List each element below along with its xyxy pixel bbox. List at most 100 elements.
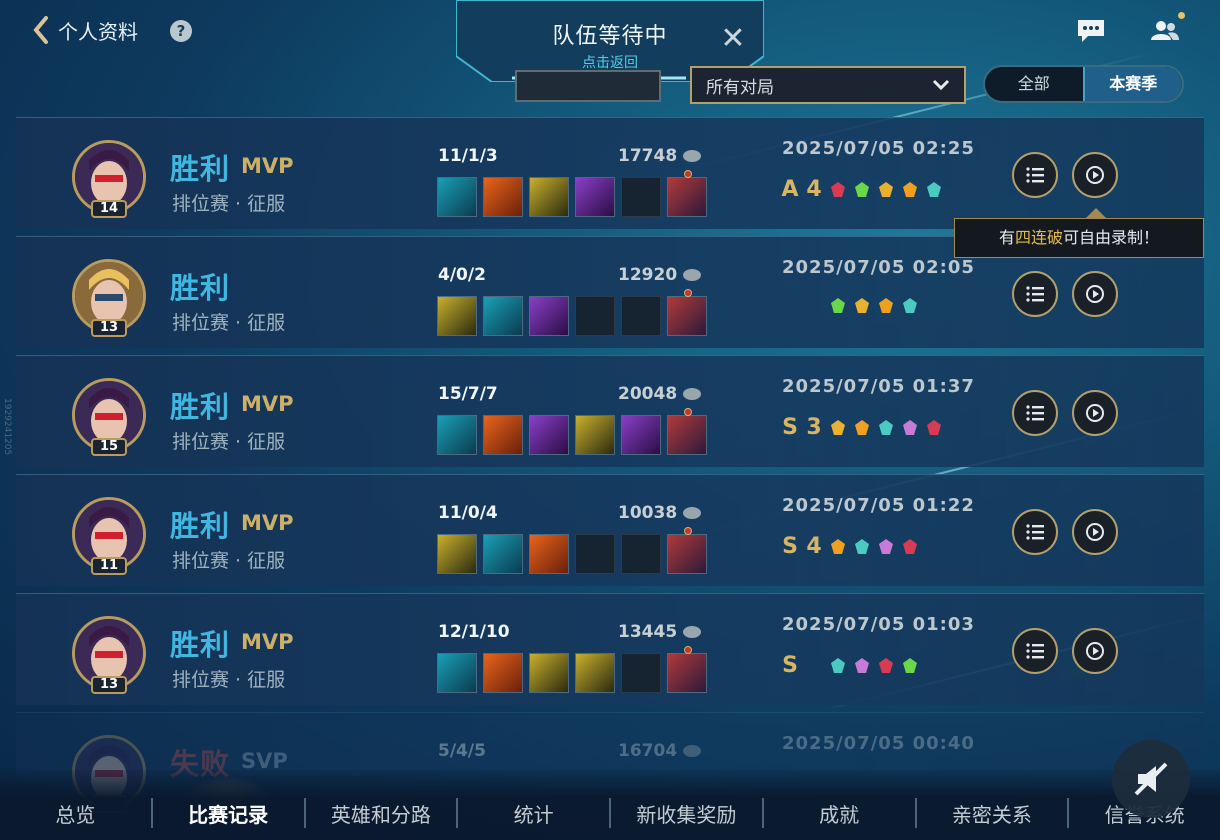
season-toggle[interactable]: 全部 本赛季 <box>983 65 1184 103</box>
badge-list: S4 <box>780 534 920 559</box>
equipment-icon[interactable] <box>667 527 707 574</box>
equipment-icon[interactable] <box>529 534 569 574</box>
achievement-badge-icon <box>879 538 893 554</box>
equipment-icon[interactable] <box>575 177 615 217</box>
hero-level: 13 <box>91 676 127 694</box>
equipment-icon[interactable] <box>667 289 707 336</box>
gold-amount: 13445 <box>618 622 702 642</box>
chat-icon[interactable] <box>1076 18 1106 44</box>
match-row[interactable]: 11 胜利 MVP 排位赛 · 征服 11/0/4 10038 2025/07/05 01:… <box>16 474 1204 586</box>
equipment-icon[interactable] <box>437 534 477 574</box>
coin-icon <box>683 507 702 519</box>
equipment-list <box>437 527 707 574</box>
nav-tab[interactable]: 统计 <box>458 799 609 828</box>
empty-item-slot <box>575 534 615 574</box>
nav-tab[interactable]: 英雄和分路 <box>306 799 457 828</box>
equipment-icon[interactable] <box>575 653 615 693</box>
gold-value: 20048 <box>618 384 678 404</box>
equipment-icon[interactable] <box>437 415 477 455</box>
replay-button[interactable] <box>1072 628 1118 674</box>
mvp-badge: MVP <box>241 392 294 416</box>
equipment-icon[interactable] <box>529 296 569 336</box>
achievement-badge-icon <box>855 298 869 313</box>
hero-level: 15 <box>91 438 127 456</box>
equipment-icon[interactable] <box>575 415 615 455</box>
match-row[interactable]: 13 胜利 MVP 排位赛 · 征服 12/1/10 13445 2025/07/05 01… <box>16 593 1204 705</box>
nav-tab[interactable]: 总览 <box>0 799 151 828</box>
badge-list: A4 <box>780 177 944 202</box>
replay-button[interactable] <box>1072 509 1118 555</box>
nav-tab[interactable]: 亲密关系 <box>917 799 1068 828</box>
mvp-badge: MVP <box>241 511 294 535</box>
match-result: 胜利 <box>170 628 231 662</box>
match-row[interactable]: 失败 SVP 5/4/5 16704 2025/07/05 00:40 <box>16 712 1204 813</box>
equipment-icon[interactable] <box>529 415 569 455</box>
header: 个人资料 ? 队伍等待中 点击返回 ✕ 所有对局 全部 本赛季 <box>0 0 1220 110</box>
match-detail-button[interactable] <box>1012 509 1058 555</box>
replay-button[interactable] <box>1072 271 1118 317</box>
equipment-icon[interactable] <box>667 408 707 455</box>
help-icon[interactable]: ? <box>170 20 192 42</box>
achievement-badge-icon <box>903 538 917 554</box>
match-list: 14 胜利 MVP 排位赛 · 征服 11/1/3 17748 2025/07/05 02:… <box>16 117 1204 813</box>
gold-amount: 10038 <box>618 503 702 523</box>
mvp-badge: MVP <box>241 154 294 178</box>
equipment-icon[interactable] <box>437 296 477 336</box>
floating-action-button[interactable] <box>1112 740 1190 818</box>
back-button[interactable]: 个人资料 <box>32 14 138 46</box>
achievement-badge-icon <box>855 538 869 554</box>
match-row[interactable]: 14 胜利 MVP 排位赛 · 征服 11/1/3 17748 2025/07/05 02:… <box>16 117 1204 229</box>
gold-value: 10038 <box>618 503 678 523</box>
list-icon <box>1026 167 1044 183</box>
replay-button[interactable] <box>1072 390 1118 436</box>
equipment-icon[interactable] <box>437 653 477 693</box>
close-icon[interactable]: ✕ <box>718 24 748 54</box>
filter-button[interactable] <box>515 70 661 102</box>
badge-list: S <box>780 653 920 678</box>
toggle-all[interactable]: 全部 <box>985 67 1083 101</box>
match-result: 胜利 <box>170 509 231 543</box>
equipment-icon[interactable] <box>667 646 707 693</box>
nav-tab[interactable]: 成就 <box>764 799 915 828</box>
equipment-list <box>437 408 707 455</box>
match-detail-button[interactable] <box>1012 628 1058 674</box>
equipment-icon[interactable] <box>621 415 661 455</box>
achievement-badge-icon <box>855 657 869 673</box>
nav-tab[interactable]: 新收集奖励 <box>611 799 762 828</box>
toggle-season[interactable]: 本赛季 <box>1082 67 1182 101</box>
badge-list: S3 <box>780 415 944 440</box>
rune-marker-icon <box>684 170 692 178</box>
equipment-icon[interactable] <box>529 653 569 693</box>
back-label: 个人资料 <box>58 19 138 44</box>
equipment-icon[interactable] <box>437 177 477 217</box>
rune-marker-icon <box>684 527 692 535</box>
equipment-icon[interactable] <box>483 177 523 217</box>
match-detail-button[interactable] <box>1012 152 1058 198</box>
select-value: 所有对局 <box>706 77 774 98</box>
replay-button[interactable] <box>1072 152 1118 198</box>
achievement-badge-icon <box>855 419 869 435</box>
kda-score: 4/0/2 <box>438 265 486 285</box>
match-type-select[interactable]: 所有对局 <box>690 66 966 104</box>
equipment-icon[interactable] <box>667 170 707 217</box>
match-detail-button[interactable] <box>1012 271 1058 317</box>
match-detail-button[interactable] <box>1012 390 1058 436</box>
achievement-badge-icon <box>879 657 893 673</box>
nav-tab[interactable]: 比赛记录 <box>153 775 304 828</box>
hero-level: 13 <box>91 319 127 337</box>
match-row[interactable]: 15 胜利 MVP 排位赛 · 征服 15/7/7 20048 2025/07/05 01:… <box>16 355 1204 467</box>
replay-icon <box>1086 166 1104 184</box>
friends-icon[interactable] <box>1150 12 1185 44</box>
equipment-icon[interactable] <box>483 653 523 693</box>
equipment-icon[interactable] <box>529 177 569 217</box>
achievement-badge-icon <box>831 298 845 313</box>
match-time: 2025/07/05 01:37 <box>782 376 975 397</box>
list-icon <box>1026 286 1044 302</box>
equipment-icon[interactable] <box>483 534 523 574</box>
match-time: 2025/07/05 02:05 <box>782 257 975 278</box>
replay-icon <box>1086 523 1104 541</box>
equipment-list <box>437 646 707 693</box>
equipment-icon[interactable] <box>483 415 523 455</box>
coin-icon <box>683 388 702 400</box>
equipment-icon[interactable] <box>483 296 523 336</box>
